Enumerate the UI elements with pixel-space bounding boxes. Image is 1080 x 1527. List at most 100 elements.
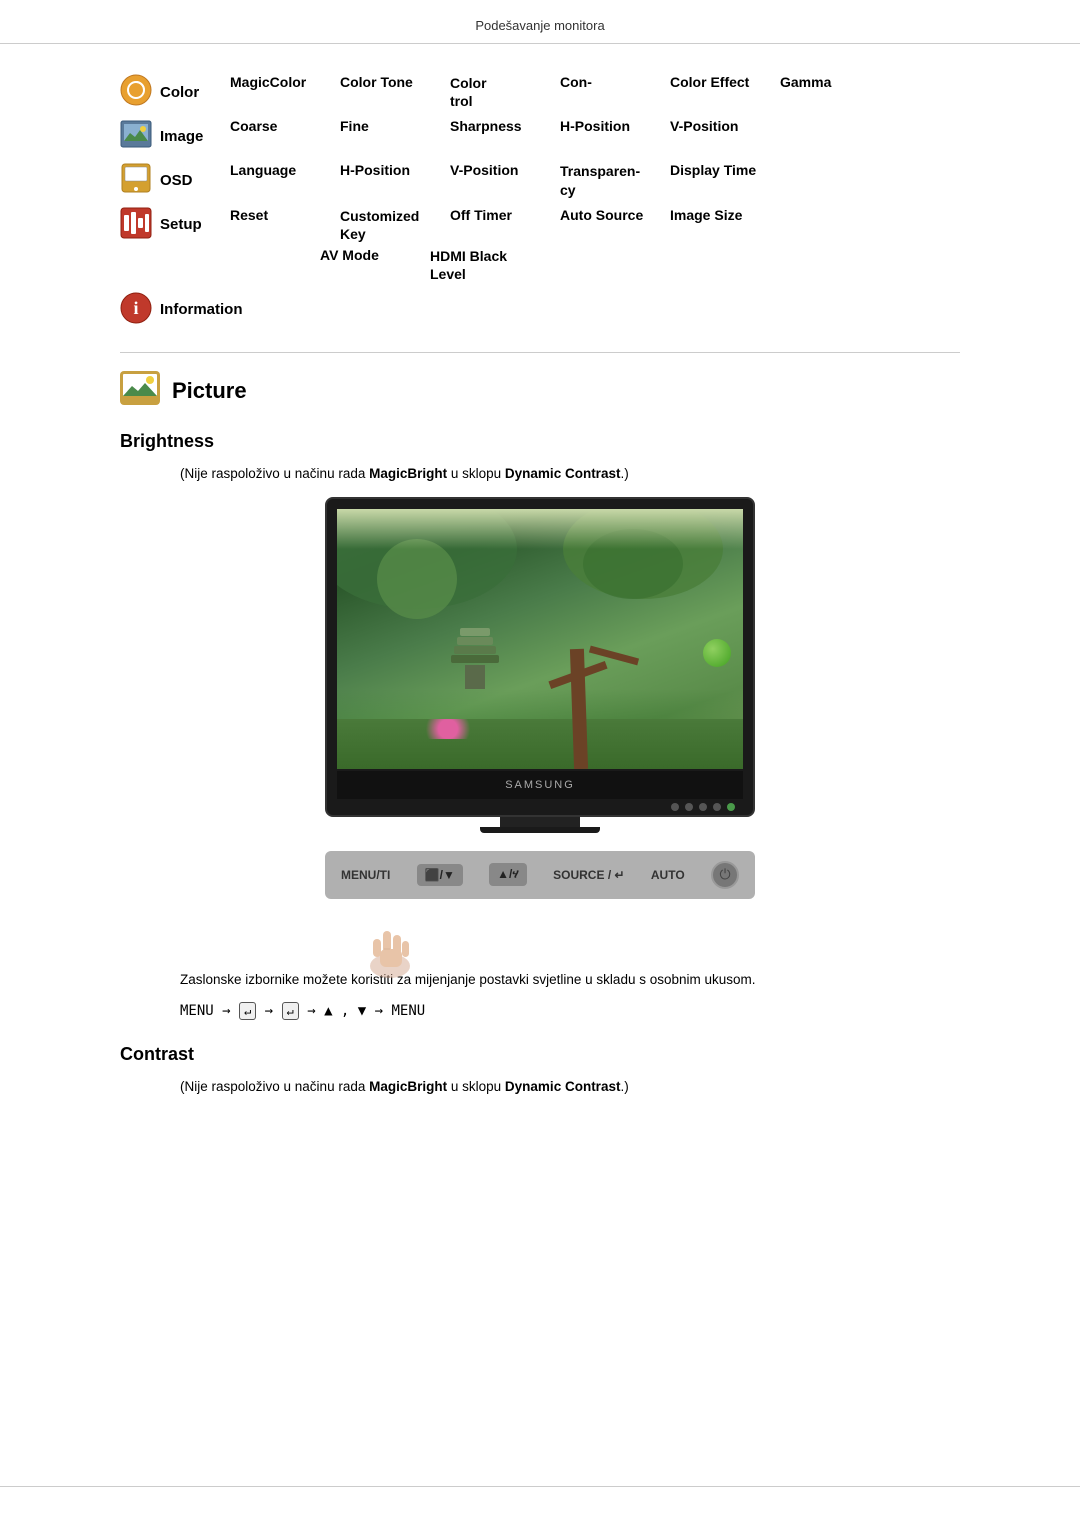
nav-item-coarse[interactable]: Coarse — [230, 118, 320, 134]
enter-sym-2: ↵ — [282, 1002, 299, 1020]
picture-title-text: Picture — [172, 378, 247, 404]
nav-row-image: Image Coarse Fine Sharpness H-Position V… — [120, 118, 960, 154]
nav-items-color: MagicColor Color Tone Colortrol Con- Col… — [230, 74, 960, 110]
section-divider-1 — [120, 352, 960, 353]
nav-items-setup: Reset CustomizedKey Off Timer Auto Sourc… — [230, 207, 960, 243]
status-dot-4 — [713, 803, 721, 811]
nav-label-image: Image — [120, 118, 230, 154]
ctrl-menu-label: MENU/TI — [341, 868, 390, 882]
nav-item-osd-hposition[interactable]: H-Position — [340, 162, 430, 198]
brightness-note-bold2: Dynamic Contrast — [505, 466, 621, 481]
ctrl-power-btn[interactable]: ⏻ — [711, 861, 739, 889]
setup-icon — [120, 207, 152, 243]
nav-item-imagesize[interactable]: Image Size — [670, 207, 760, 243]
nav-item-sharpness[interactable]: Sharpness — [450, 118, 540, 134]
monitor-brand-text: SAMSUNG — [505, 779, 575, 791]
status-dot-3 — [699, 803, 707, 811]
monitor-brand-bar: SAMSUNG — [337, 771, 743, 799]
page-header: Podešavanje monitora — [0, 0, 1080, 44]
nav-item-gamma[interactable]: Gamma — [780, 74, 870, 110]
nav-item-fine[interactable]: Fine — [340, 118, 430, 134]
nav-item-displaytime[interactable]: Display Time — [670, 162, 760, 198]
contrast-note: (Nije raspoloživo u načinu rada MagicBri… — [180, 1079, 960, 1094]
nav-label-color-text: Color — [160, 84, 199, 101]
info-icon: i — [120, 292, 152, 328]
page-title: Podešavanje monitora — [475, 18, 604, 33]
pagoda — [451, 628, 499, 689]
monitor-base — [480, 827, 600, 833]
ctrl-btn1[interactable]: ⬛/▼ — [417, 864, 463, 886]
nav-label-information-text: Information — [160, 301, 243, 318]
nav-items-image: Coarse Fine Sharpness H-Position V-Posit… — [230, 118, 960, 134]
osd-icon — [120, 162, 152, 198]
color-icon — [120, 74, 152, 110]
nav-item-offtimer[interactable]: Off Timer — [450, 207, 540, 243]
brightness-description: Zaslonske izbornike možete koristiti za … — [180, 969, 960, 991]
monitor-display: SAMSUNG — [325, 497, 755, 835]
page-footer — [0, 1486, 1080, 1497]
nav-items-osd: Language H-Position V-Position Transpare… — [230, 162, 960, 198]
nav-label-image-text: Image — [160, 128, 203, 145]
monitor-screen — [337, 509, 743, 769]
nav-item-con[interactable]: Con- — [560, 74, 650, 110]
nav-item-colorcontrol[interactable]: Colortrol — [450, 74, 540, 110]
nav-item-colortone[interactable]: Color Tone — [340, 74, 430, 110]
nav-item-osd-vposition[interactable]: V-Position — [450, 162, 540, 198]
nav-row-osd: OSD Language H-Position V-Position Trans… — [120, 162, 960, 198]
enter-sym-1: ↵ — [239, 1002, 256, 1020]
picture-section-title: Picture — [120, 371, 960, 411]
ctrl-source-label: SOURCE / ↵ — [553, 868, 624, 882]
status-dot-active — [727, 803, 735, 811]
nav-items-setup2: AV Mode HDMI BlackLevel — [320, 247, 960, 283]
brightness-note-bold1: MagicBright — [369, 466, 447, 481]
nav-item-avmode[interactable]: AV Mode — [320, 247, 410, 283]
ctrl-auto-label: AUTO — [651, 868, 685, 882]
brightness-formula: MENU → ↵ → ↵ → ▲ , ▼ → MENU — [180, 1002, 960, 1020]
picture-icon — [120, 371, 160, 411]
nav-item-customizedkey[interactable]: CustomizedKey — [340, 207, 430, 243]
brightness-title: Brightness — [120, 431, 960, 452]
nav-item-vposition[interactable]: V-Position — [670, 118, 760, 134]
contrast-title-text: Contrast — [120, 1044, 194, 1064]
ctrl-btn2[interactable]: ▲/ሃ — [489, 863, 527, 886]
nav-label-setup-text: Setup — [160, 216, 202, 233]
nav-item-hdmiblacklevel[interactable]: HDMI BlackLevel — [430, 247, 520, 283]
green-ball — [703, 639, 731, 667]
ctrl-btn2-group: ▲/ሃ — [489, 863, 527, 886]
tree-trunk-main — [570, 648, 588, 768]
status-dot-2 — [685, 803, 693, 811]
nav-row-information: i Information — [120, 292, 960, 328]
nav-item-hposition[interactable]: H-Position — [560, 118, 650, 134]
foliage-mid-left — [377, 539, 457, 619]
hand-pointer-illustration — [355, 911, 425, 984]
nav-label-osd: OSD — [120, 162, 230, 198]
brightness-description-area: Zaslonske izbornike možete koristiti za … — [120, 969, 960, 1021]
nav-row-setup2: AV Mode HDMI BlackLevel — [120, 247, 960, 283]
nav-item-coloreffect[interactable]: Color Effect — [670, 74, 760, 110]
image-icon — [120, 118, 152, 154]
brightness-note: (Nije raspoloživo u načinu rada MagicBri… — [180, 466, 960, 481]
monitor-frame: SAMSUNG — [325, 497, 755, 817]
nav-row-color: Color MagicColor Color Tone Colortrol Co… — [120, 74, 960, 110]
contrast-title: Contrast — [120, 1044, 960, 1065]
nav-label-setup: Setup — [120, 207, 230, 243]
nav-item-magiccolor[interactable]: MagicColor — [230, 74, 320, 110]
controls-bar: MENU/TI ⬛/▼ ▲/ሃ SOURCE / ↵ AUTO ⏻ — [325, 851, 755, 899]
nav-label-color: Color — [120, 74, 230, 110]
nav-item-reset[interactable]: Reset — [230, 207, 320, 243]
nav-item-transparency[interactable]: Transparen-cy — [560, 162, 650, 198]
ctrl-btn1-group: ⬛/▼ — [417, 864, 463, 886]
ground — [337, 719, 743, 769]
hand-svg — [355, 911, 425, 981]
status-dot-1 — [671, 803, 679, 811]
controls-area: MENU/TI ⬛/▼ ▲/ሃ SOURCE / ↵ AUTO ⏻ — [120, 851, 960, 929]
nav-label-osd-text: OSD — [160, 172, 193, 189]
main-content: Color MagicColor Color Tone Colortrol Co… — [0, 74, 1080, 1094]
sky — [337, 509, 743, 549]
nav-item-language[interactable]: Language — [230, 162, 320, 198]
monitor-image-container: SAMSUNG — [120, 497, 960, 835]
brightness-title-text: Brightness — [120, 431, 214, 451]
nav-item-autosource[interactable]: Auto Source — [560, 207, 650, 243]
monitor-status-bar — [337, 799, 743, 815]
tree-branch-right — [589, 645, 639, 665]
